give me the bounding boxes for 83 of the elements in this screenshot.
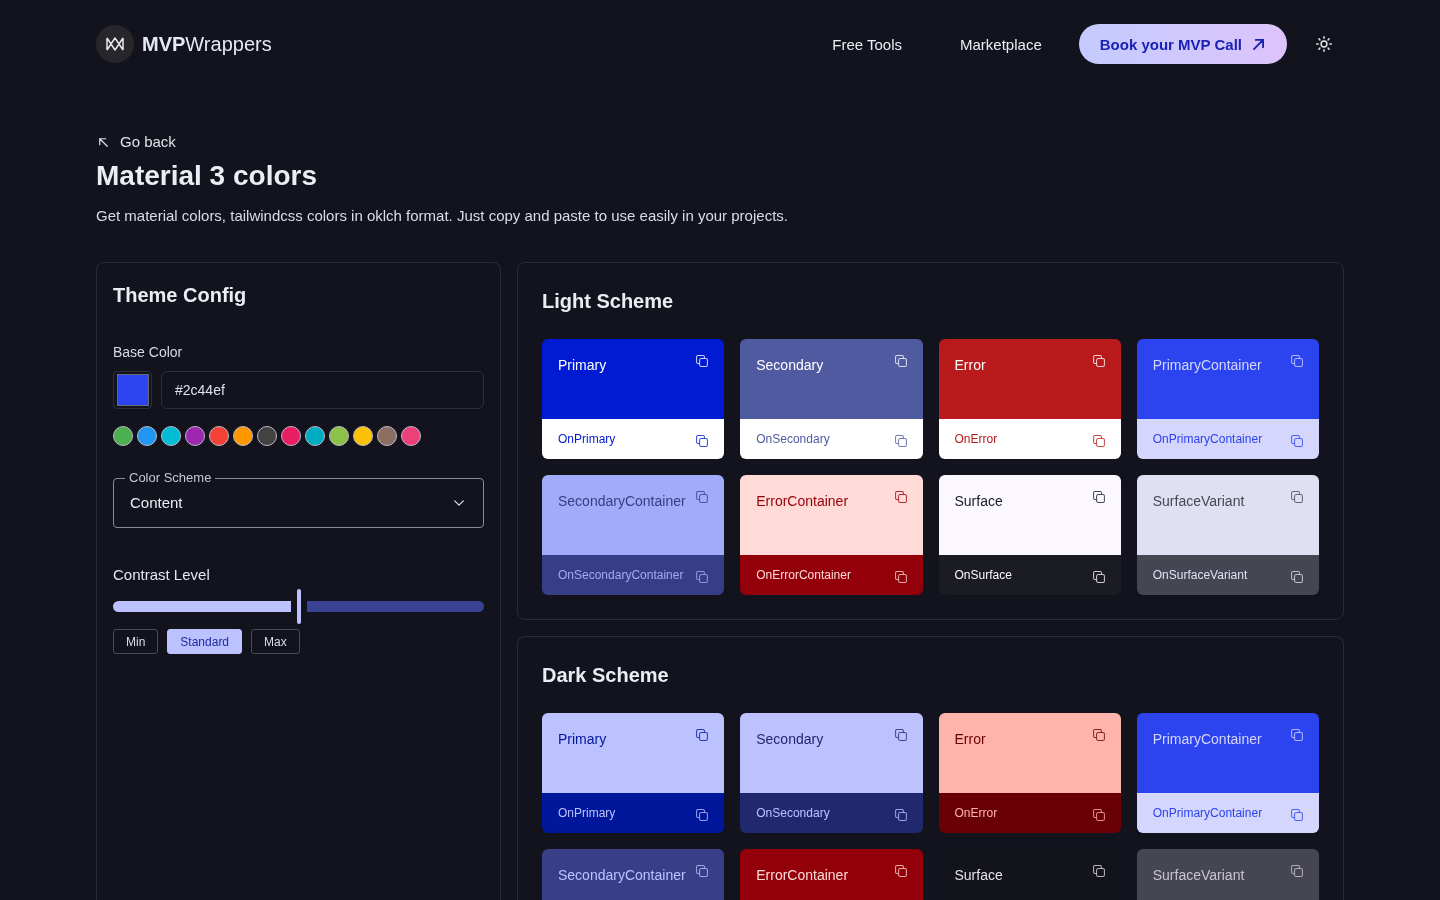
copy-icon[interactable] [1092,809,1105,821]
color-name: Primary [558,356,607,375]
color-dot-icon[interactable] [329,426,349,446]
color-name: SecondaryContainer [558,866,686,885]
arrow-up-left-icon [99,137,108,147]
logo-icon[interactable] [96,25,134,63]
color-name: Secondary [756,730,824,749]
panel-title: Light Scheme [542,289,675,314]
color-name: OnSecondaryContainer [558,567,684,583]
copy-icon[interactable] [1092,729,1105,741]
copy-icon[interactable] [894,491,907,503]
copy-icon[interactable] [696,355,709,367]
copy-icon[interactable] [1092,355,1105,367]
color-name: Error [954,730,986,749]
copy-icon[interactable] [1092,435,1105,447]
copy-icon[interactable] [894,729,907,741]
contrast-slider[interactable] [113,589,484,624]
color-name: OnSecondary [756,805,830,821]
color-name: OnSurfaceVariant [1152,567,1248,583]
field-label: Contrast Level [113,565,210,585]
color-dot-icon[interactable] [377,426,397,446]
copy-icon[interactable] [894,355,907,367]
chevron-down-icon [454,500,464,506]
copy-icon[interactable] [696,729,709,741]
copy-icon[interactable] [894,865,907,877]
color-dot-icon[interactable] [401,426,421,446]
color-name: Error [954,356,986,375]
color-dot-icon[interactable] [233,426,253,446]
color-name: Secondary [756,356,824,375]
color-dot-icon[interactable] [305,426,325,446]
nav-link[interactable]: Marketplace [960,35,1042,53]
book-call-button[interactable]: Book your MVP Call [1078,24,1287,64]
color-name: ErrorContainer [756,866,849,885]
color-name: Surface [954,492,1003,511]
color-name: OnPrimaryContainer [1152,805,1263,821]
panel-title: Dark Scheme [542,663,670,688]
copy-icon[interactable] [1092,491,1105,503]
color-dot-icon[interactable] [353,426,373,446]
color-scheme-select[interactable]: Color Scheme Content [113,470,484,528]
arrow-up-right-icon [1253,38,1264,50]
color-dot-icon[interactable] [161,426,181,446]
color-name: OnErrorContainer [756,567,851,583]
nav-link[interactable]: Free Tools [832,35,903,53]
field-label: Base Color [113,343,183,362]
color-dot-icon[interactable] [281,426,301,446]
color-dot-icon[interactable] [137,426,157,446]
logo-text[interactable]: MVPWrappers [142,32,272,56]
color-name: Primary [558,730,607,749]
color-name: OnError [954,431,998,447]
color-name: ErrorContainer [756,492,849,511]
page-title: Material 3 colors [96,159,317,193]
color-name: PrimaryContainer [1152,356,1262,375]
contrast-option-button[interactable]: Max [251,629,300,654]
copy-icon[interactable] [1291,571,1303,583]
page-description: Get material colors, tailwindcss colors in oklch format. Just copy and paste to use easily in your projects. [96,206,788,226]
color-name: OnPrimary [558,805,616,821]
hex-color-input[interactable]: #2c44ef [161,371,484,409]
color-name: PrimaryContainer [1152,730,1262,749]
color-name: SecondaryContainer [558,492,686,511]
color-name: Surface [954,866,1003,885]
copy-icon[interactable] [1092,571,1105,583]
color-name: OnPrimary [558,431,616,447]
color-dot-icon[interactable] [113,426,133,446]
color-name: OnSurface [954,567,1012,583]
go-back-link[interactable]: Go back [96,132,176,152]
sun-icon[interactable] [1316,36,1332,52]
copy-icon[interactable] [1092,865,1105,877]
slider-thumb[interactable] [296,589,301,624]
panel-title: Theme Config [113,283,247,308]
color-name: SurfaceVariant [1152,492,1245,511]
copy-icon[interactable] [696,809,709,821]
contrast-option-button[interactable]: Standard [167,629,243,654]
color-dot-icon[interactable] [185,426,205,446]
color-name: OnPrimaryContainer [1152,431,1263,447]
color-dot-icon[interactable] [257,426,277,446]
color-name: SurfaceVariant [1152,866,1245,885]
contrast-option-button[interactable]: Min [113,629,159,654]
color-dot-icon[interactable] [209,426,229,446]
copy-icon[interactable] [696,435,709,447]
copy-icon[interactable] [894,571,907,583]
copy-icon[interactable] [894,809,907,821]
color-name: OnError [954,805,998,821]
color-name: OnSecondary [756,431,830,447]
